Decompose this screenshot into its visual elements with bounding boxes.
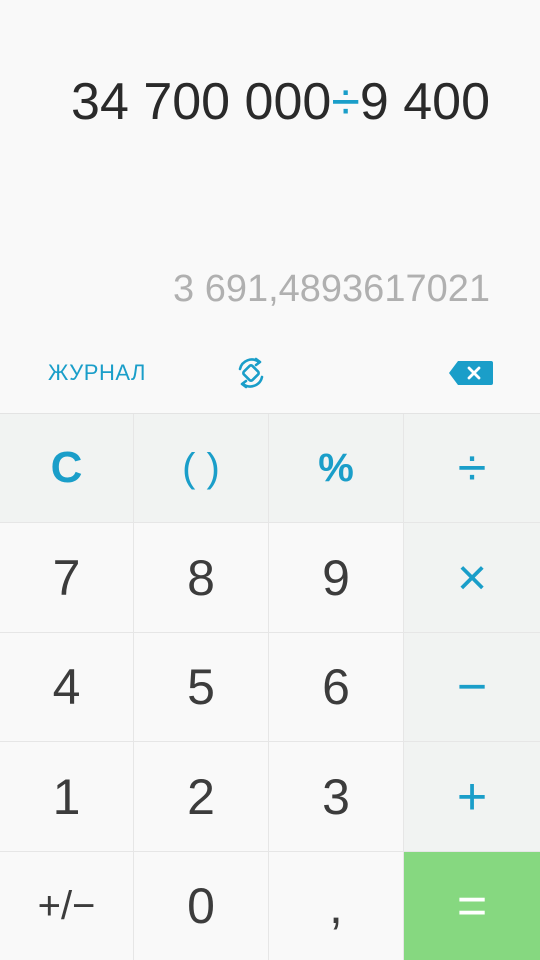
minus-button[interactable]: − <box>404 633 540 742</box>
expression-operator: ÷ <box>331 73 360 131</box>
toolbar: ЖУРНАЛ <box>0 340 540 413</box>
history-button[interactable]: ЖУРНАЛ <box>48 360 146 386</box>
keypad: C ( ) % ÷ 7 8 9 × 4 5 6 − 1 2 3 + +/− 0 … <box>0 413 540 960</box>
plus-button[interactable]: + <box>404 742 540 852</box>
digit-4-button[interactable]: 4 <box>0 633 134 742</box>
sign-toggle-button[interactable]: +/− <box>0 852 134 960</box>
display-area: 34 700 000÷9 400 3 691,4893617021 <box>0 0 540 340</box>
digit-7-button[interactable]: 7 <box>0 523 134 633</box>
multiply-button[interactable]: × <box>404 523 540 633</box>
decimal-button[interactable]: , <box>269 852 404 960</box>
calculator-app: 34 700 000÷9 400 3 691,4893617021 ЖУРНАЛ <box>0 0 540 960</box>
digit-8-button[interactable]: 8 <box>134 523 269 633</box>
equals-button[interactable]: = <box>404 852 540 960</box>
digit-2-button[interactable]: 2 <box>134 742 269 852</box>
digit-6-button[interactable]: 6 <box>269 633 404 742</box>
parentheses-button[interactable]: ( ) <box>134 414 269 523</box>
backspace-icon[interactable] <box>448 360 494 386</box>
divide-button[interactable]: ÷ <box>404 414 540 523</box>
result-preview: 3 691,4893617021 <box>173 268 490 310</box>
expression-display[interactable]: 34 700 000÷9 400 <box>71 72 490 132</box>
expression-left-operand: 34 700 000 <box>71 73 332 131</box>
digit-0-button[interactable]: 0 <box>134 852 269 960</box>
digit-9-button[interactable]: 9 <box>269 523 404 633</box>
clear-button[interactable]: C <box>0 414 134 523</box>
digit-3-button[interactable]: 3 <box>269 742 404 852</box>
digit-1-button[interactable]: 1 <box>0 742 134 852</box>
rotate-screen-icon[interactable] <box>232 354 270 392</box>
expression-right-operand: 9 400 <box>359 73 490 131</box>
digit-5-button[interactable]: 5 <box>134 633 269 742</box>
percent-button[interactable]: % <box>269 414 404 523</box>
